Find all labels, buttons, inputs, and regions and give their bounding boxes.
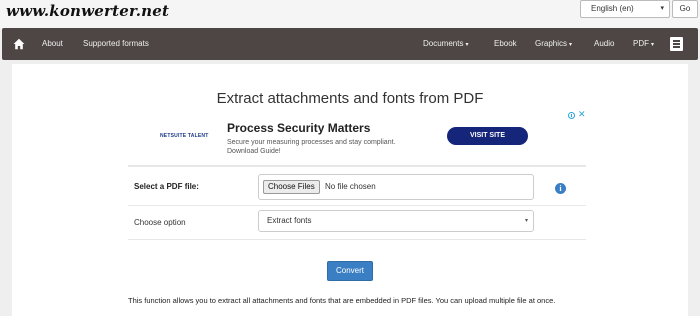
option-select[interactable]: Extract fonts ▾ — [258, 210, 534, 232]
adchoices-icon[interactable] — [568, 112, 575, 119]
file-select-row: Select a PDF file: Choose Files No file … — [128, 166, 586, 206]
nav-ebook[interactable]: Ebook — [494, 28, 517, 60]
ad-visit-site-button[interactable]: VISIT SITE — [447, 127, 528, 145]
chevron-down-icon: ▾ — [660, 5, 664, 12]
option-field-label: Choose option — [134, 218, 186, 227]
chevron-down-icon: ▾ — [569, 42, 573, 48]
description-text: This function allows you to extract all … — [128, 296, 556, 305]
chevron-down-icon: ▾ — [465, 42, 469, 48]
nav-supported-formats[interactable]: Supported formats — [83, 28, 149, 60]
option-row: Choose option Extract fonts ▾ — [128, 206, 586, 240]
ad-logo: NETSUITE TALENT — [160, 133, 209, 139]
close-icon[interactable]: ✕ — [578, 109, 586, 119]
nav-about[interactable]: About — [42, 28, 63, 60]
advertisement-banner[interactable]: NETSUITE TALENT Process Security Matters… — [128, 109, 586, 166]
choose-files-button[interactable]: Choose Files — [263, 180, 320, 194]
nav-graphics[interactable]: Graphics ▾ — [535, 28, 572, 60]
ad-body-text: Secure your measuring processes and stay… — [227, 139, 396, 155]
top-bar: www.konwerter.net English (en) ▾ Go — [0, 0, 700, 28]
nav-pdf[interactable]: PDF ▾ — [633, 28, 654, 60]
main-navbar: About Supported formats Documents ▾ Ebook… — [2, 28, 698, 60]
chevron-down-icon: ▾ — [524, 218, 528, 224]
nav-documents-label: Documents — [423, 39, 464, 48]
file-status-text: No file chosen — [325, 182, 376, 191]
ad-headline: Process Security Matters — [227, 121, 371, 135]
language-select[interactable]: English (en) ▾ — [580, 0, 670, 18]
nav-pdf-label: PDF — [633, 39, 649, 48]
bookmark-list-icon[interactable] — [670, 37, 683, 51]
nav-graphics-label: Graphics — [535, 39, 568, 48]
info-icon[interactable]: i — [555, 183, 566, 194]
option-select-value: Extract fonts — [267, 216, 312, 225]
convert-button[interactable]: Convert — [327, 261, 373, 281]
nav-audio[interactable]: Audio — [594, 28, 614, 60]
file-input[interactable]: Choose Files No file chosen — [258, 174, 534, 200]
page-title: Extract attachments and fonts from PDF — [216, 90, 484, 107]
main-content: Extract attachments and fonts from PDF N… — [12, 64, 688, 316]
chevron-down-icon: ▾ — [651, 42, 655, 48]
nav-documents[interactable]: Documents ▾ — [423, 28, 468, 60]
go-button[interactable]: Go — [672, 0, 698, 18]
file-field-label: Select a PDF file: — [134, 182, 199, 191]
site-logo[interactable]: www.konwerter.net — [6, 2, 169, 20]
language-select-value: English (en) — [591, 4, 634, 13]
home-icon[interactable] — [13, 38, 25, 50]
